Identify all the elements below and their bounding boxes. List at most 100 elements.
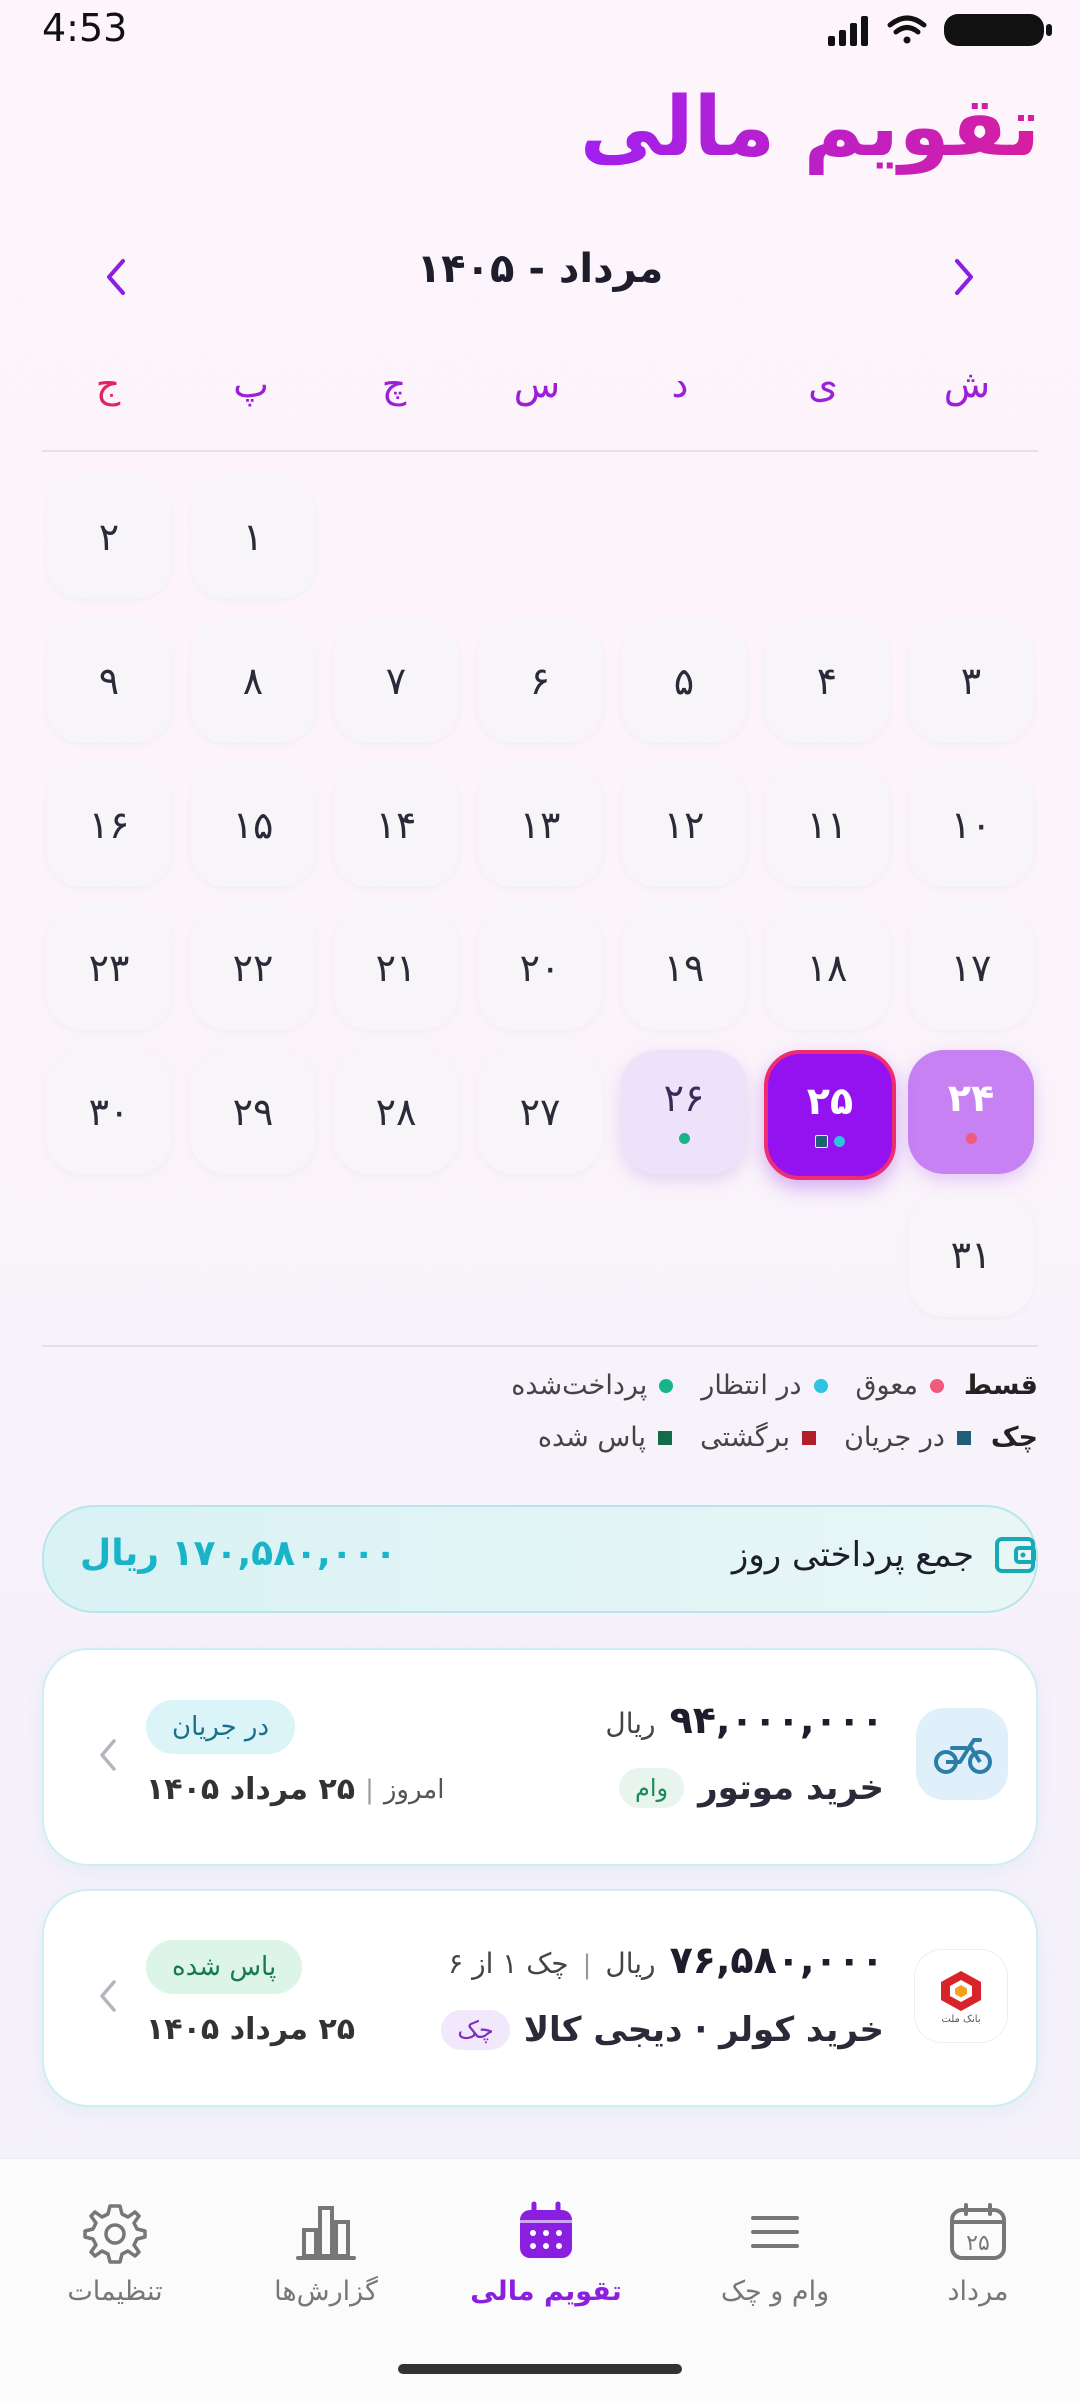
day-cell[interactable]: ۱۴ bbox=[333, 763, 459, 887]
home-indicator[interactable] bbox=[398, 2364, 682, 2374]
status-icons bbox=[828, 14, 1052, 46]
pending-dot bbox=[834, 1135, 845, 1147]
day-number: ۱۰ bbox=[950, 803, 992, 847]
weekday-monday: د bbox=[671, 362, 689, 406]
day-cell[interactable]: ۱۹ bbox=[621, 906, 747, 1030]
legend-label: برگشتی bbox=[700, 1422, 791, 1453]
nav-label: وام و چک bbox=[720, 2276, 830, 2307]
legend-item-overdue: معوق bbox=[856, 1370, 944, 1401]
day-indicators bbox=[678, 1131, 690, 1145]
day-cell[interactable]: ۳۱ bbox=[908, 1193, 1034, 1317]
divider bbox=[42, 450, 1038, 452]
nav-reports[interactable]: گزارش‌ها bbox=[226, 2200, 426, 2307]
type-tag-loan: وام bbox=[618, 1768, 685, 1808]
day-cell[interactable]: ۳۰ bbox=[46, 1050, 172, 1174]
battery-icon bbox=[944, 14, 1052, 46]
day-cell[interactable]: ۲۹ bbox=[190, 1050, 316, 1174]
nav-loans-checks[interactable]: وام و چک bbox=[675, 2200, 875, 2307]
day-cell[interactable]: ۱۵ bbox=[190, 763, 316, 887]
calendar-date-icon: ۲۵ bbox=[950, 2203, 1006, 2260]
weekday-tuesday: س bbox=[513, 362, 561, 406]
weekday-saturday: ش bbox=[943, 362, 991, 406]
day-cell[interactable]: ۲۳ bbox=[46, 906, 172, 1030]
day-cell[interactable]: ۱۶ bbox=[46, 763, 172, 887]
day-cell[interactable]: ۲۷ bbox=[477, 1050, 603, 1174]
weekday-sunday: ی bbox=[808, 362, 838, 406]
payment-card-loan[interactable] bbox=[42, 1648, 1038, 1866]
day-cell[interactable]: ۷ bbox=[333, 619, 459, 743]
day-cell[interactable]: ۱۱ bbox=[764, 763, 890, 887]
nav-label: مرداد bbox=[947, 2276, 1009, 2307]
chevron-left-icon bbox=[100, 1739, 116, 1771]
day-cell[interactable]: ۲۰ bbox=[477, 906, 603, 1030]
day-number: ۱۸ bbox=[806, 946, 848, 990]
day-cell-24[interactable]: ۲۴ bbox=[908, 1050, 1034, 1174]
weekday-thursday: پ bbox=[233, 362, 269, 406]
type-tag-check: چک bbox=[441, 2010, 510, 2050]
payment-card-check[interactable] bbox=[42, 1889, 1038, 2107]
day-cell[interactable]: ۳ bbox=[908, 619, 1034, 743]
chevron-right-icon bbox=[955, 259, 973, 295]
currency-unit: ریال bbox=[605, 1947, 656, 1980]
amount-row: ۹۴,۰۰۰,۰۰۰ ریال bbox=[605, 1698, 884, 1742]
gear-icon bbox=[83, 2204, 147, 2264]
legend-title-check: چک bbox=[990, 1422, 1038, 1453]
day-cell[interactable]: ۱۸ bbox=[764, 906, 890, 1030]
day-cell[interactable]: ۸ bbox=[190, 619, 316, 743]
day-cell-26[interactable]: ۲۶ bbox=[621, 1050, 747, 1174]
day-number: ۵ bbox=[673, 659, 695, 703]
day-number: ۳ bbox=[960, 659, 982, 703]
in-progress-marker bbox=[956, 1430, 971, 1445]
next-month-button[interactable] bbox=[934, 247, 994, 307]
payment-amount: ۹۴,۰۰۰,۰۰۰ bbox=[669, 1698, 884, 1742]
day-cell[interactable]: ۱۷ bbox=[908, 906, 1034, 1030]
day-cell[interactable]: ۴ bbox=[764, 619, 890, 743]
today-label: امروز bbox=[383, 1774, 445, 1805]
signal-icon bbox=[828, 16, 868, 46]
legend-item-paid: پرداخت‌شده bbox=[511, 1370, 674, 1401]
day-number: ۸ bbox=[242, 659, 264, 703]
nav-settings[interactable]: تنظیمات bbox=[15, 2200, 215, 2307]
day-cell[interactable]: ۶ bbox=[477, 619, 603, 743]
title-row: خرید کولر · دیجی کالا چک bbox=[441, 2010, 884, 2050]
payment-date: ۲۵ مرداد ۱۴۰۵ bbox=[146, 2012, 356, 2047]
day-cell[interactable]: ۱۰ bbox=[908, 763, 1034, 887]
day-cell[interactable]: ۵ bbox=[621, 619, 747, 743]
day-number: ۲۴ bbox=[947, 1076, 995, 1120]
legend-item-pending: در انتظار bbox=[701, 1370, 828, 1401]
day-number: ۱۲ bbox=[663, 803, 705, 847]
overdue-dot bbox=[965, 1132, 977, 1144]
day-number: ۲۰ bbox=[519, 946, 561, 990]
day-number: ۱۴ bbox=[375, 803, 417, 847]
day-number: ۲۳ bbox=[88, 946, 130, 990]
day-cell[interactable]: ۲۲ bbox=[190, 906, 316, 1030]
day-indicators bbox=[965, 1131, 977, 1145]
bar-chart-icon bbox=[296, 2206, 356, 2260]
month-label: مرداد - ۱۴۰۵ bbox=[416, 246, 664, 292]
day-number: ۳۱ bbox=[950, 1233, 992, 1277]
payment-title: خرید موتور bbox=[698, 1768, 884, 1808]
payment-title: خرید کولر · دیجی کالا bbox=[523, 2010, 884, 2050]
day-number: ۷ bbox=[385, 659, 407, 703]
legend-installments: قسط معوق در انتظار پرداخت‌شده bbox=[483, 1370, 1038, 1401]
day-cell[interactable]: ۲۸ bbox=[333, 1050, 459, 1174]
day-number: ۲۷ bbox=[519, 1090, 561, 1134]
day-number: ۲۶ bbox=[663, 1076, 705, 1120]
legend-label: پاس شده bbox=[537, 1422, 647, 1453]
day-cell[interactable]: ۱۳ bbox=[477, 763, 603, 887]
day-cell-selected[interactable]: ۲۵ bbox=[764, 1050, 896, 1180]
day-cell[interactable]: ۱۲ bbox=[621, 763, 747, 887]
day-cell[interactable]: ۹ bbox=[46, 619, 172, 743]
day-cell[interactable]: ۱ bbox=[190, 475, 316, 599]
nav-finance-calendar[interactable]: تقویم مالی bbox=[446, 2200, 646, 2307]
legend-title-installment: قسط bbox=[963, 1370, 1038, 1401]
legend-item-cleared: پاس شده bbox=[537, 1422, 673, 1453]
paid-dot bbox=[678, 1132, 690, 1144]
nav-month-calendar[interactable]: ۲۵ مرداد bbox=[878, 2200, 1078, 2307]
day-cell[interactable]: ۲ bbox=[46, 475, 172, 599]
day-number: ۲۵ bbox=[806, 1079, 854, 1123]
amount-row: ۷۶,۵۸۰,۰۰۰ ریال | چک ۱ از ۶ bbox=[448, 1938, 884, 1982]
legend-item-bounced: برگشتی bbox=[700, 1422, 817, 1453]
day-total-label: جمع پرداختی روز bbox=[731, 1535, 974, 1575]
day-cell[interactable]: ۲۱ bbox=[333, 906, 459, 1030]
